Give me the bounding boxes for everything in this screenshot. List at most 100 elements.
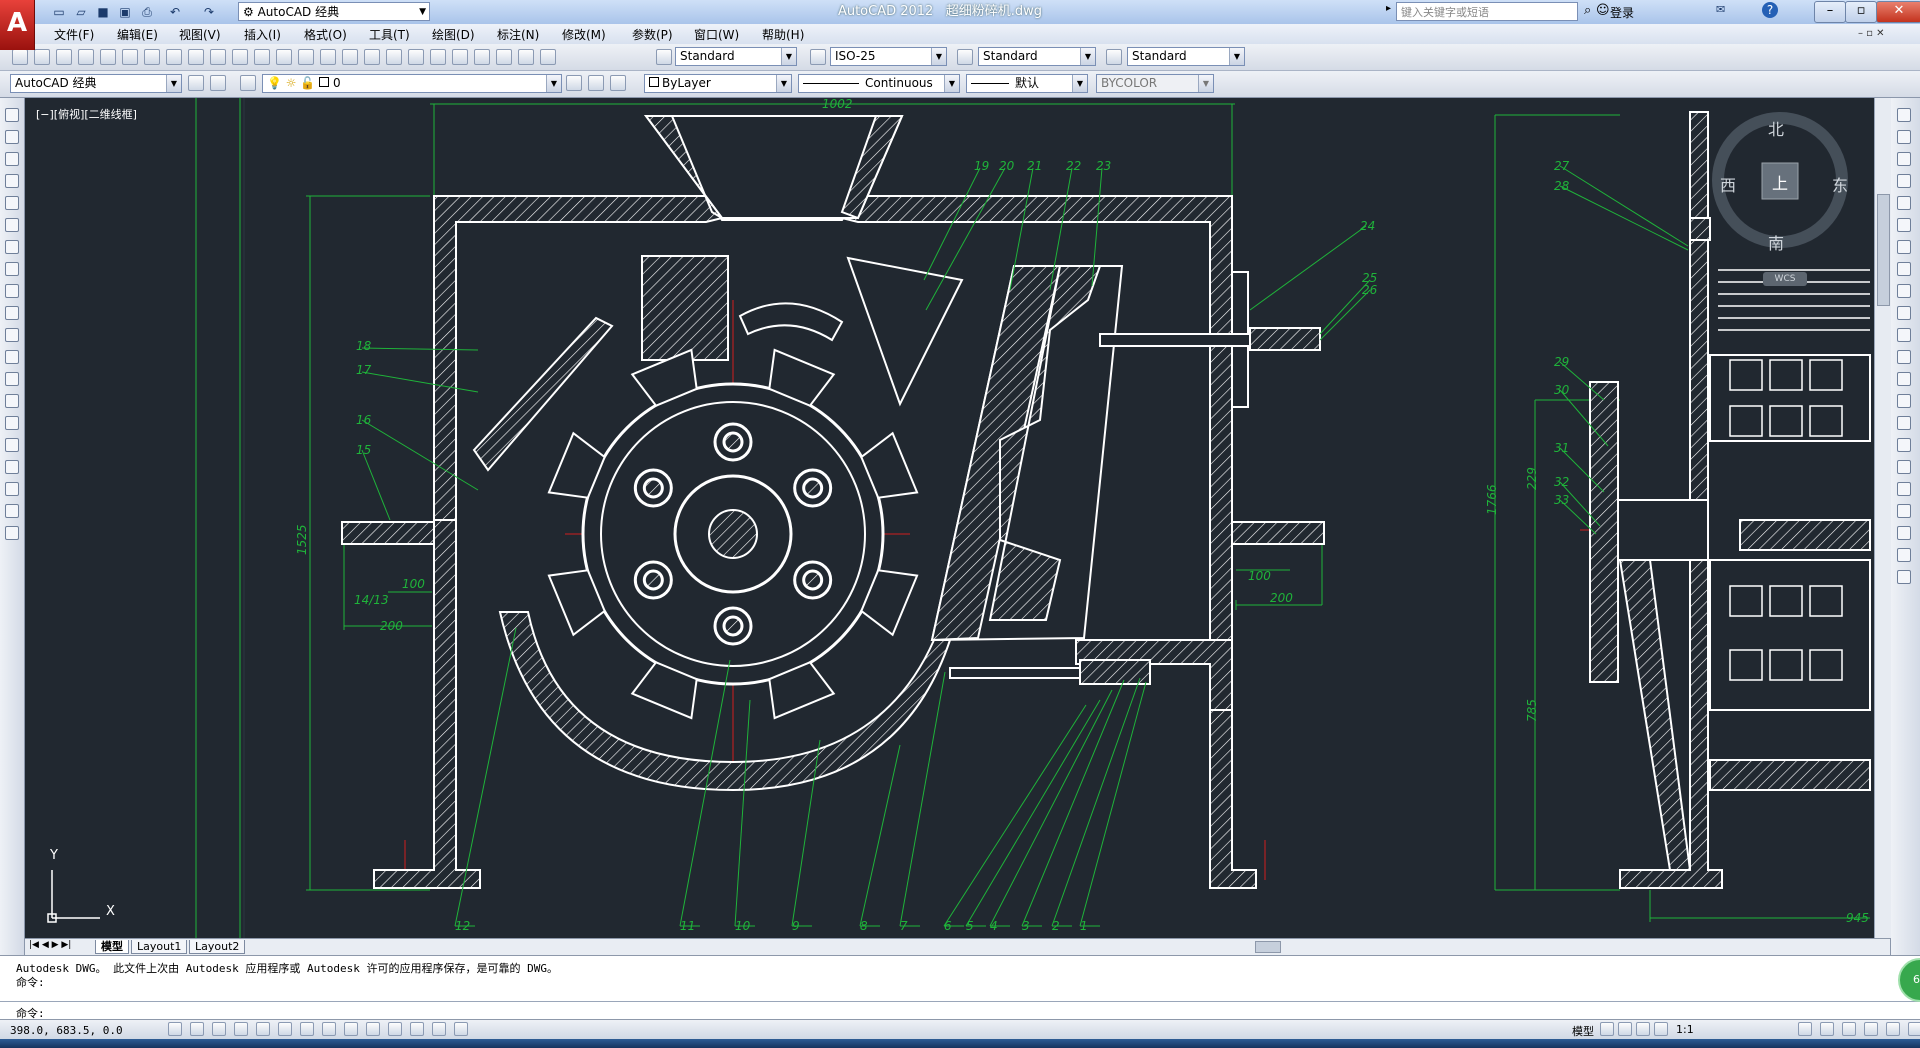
isolate-objects-icon[interactable] [1886,1022,1900,1036]
table-icon[interactable] [5,482,19,496]
ellipse-arc-icon[interactable] [5,328,19,342]
plotstyle-dropdown[interactable]: BYCOLOR ▼ [1096,74,1214,93]
markup-icon[interactable] [496,49,512,65]
array-icon[interactable] [1897,196,1911,210]
dimension-linear-icon[interactable] [1897,482,1911,496]
model-space-button[interactable]: 模型 [1572,1023,1594,1039]
snap-mode-icon[interactable] [190,1022,204,1036]
allow-ucs-icon[interactable] [344,1022,358,1036]
scale-icon[interactable] [1897,262,1911,276]
tool-palettes-icon[interactable] [452,49,468,65]
linetype-dropdown[interactable]: Continuous ▼ [798,74,960,93]
lineweight-dropdown[interactable]: 默认 ▼ [966,74,1088,93]
tab-layout1[interactable]: Layout1 [131,940,188,954]
viewcube-top[interactable]: 上 [1772,170,1788,194]
object-snap-tracking-icon[interactable] [322,1022,336,1036]
workspace-switching-icon[interactable] [1820,1022,1834,1036]
menu-file[interactable]: 文件(F) [54,26,94,43]
polygon-icon[interactable] [5,174,19,188]
undo-icon[interactable] [276,49,292,65]
line-icon[interactable] [5,108,19,122]
application-menu-button[interactable]: A [0,0,35,50]
revision-cloud-icon[interactable] [5,262,19,276]
menu-parametric[interactable]: 参数(P) [632,26,673,43]
construction-line-icon[interactable] [5,130,19,144]
point-icon[interactable] [5,394,19,408]
toolbar-lock-icon[interactable] [1842,1022,1856,1036]
save-icon[interactable]: ■ [94,3,112,21]
ellipse-icon[interactable] [5,306,19,320]
join-icon[interactable] [1897,394,1911,408]
print-icon[interactable]: ⎙ [138,3,156,21]
3d-print-icon[interactable] [144,49,160,65]
login-button[interactable]: 登录 [1610,4,1634,21]
rotate-icon[interactable] [1897,240,1911,254]
customize-icon[interactable] [210,75,226,91]
menu-modify[interactable]: 修改(M) [562,26,606,43]
spline-icon[interactable] [5,284,19,298]
region-icon[interactable] [5,460,19,474]
add-selected-icon[interactable] [5,526,19,540]
zoom-previous-icon[interactable] [386,49,402,65]
object-snap-icon[interactable] [278,1022,292,1036]
explode-icon[interactable] [1897,460,1911,474]
ortho-mode-icon[interactable] [234,1022,248,1036]
redo-icon[interactable]: ↷ [200,3,218,21]
copy-icon[interactable] [188,49,204,65]
help-icon[interactable] [540,49,556,65]
tab-model[interactable]: 模型 [95,940,129,954]
wcs-menu[interactable]: WCS [1763,272,1807,286]
vertical-scrollbar[interactable] [1874,98,1891,938]
mirror-icon[interactable] [1897,152,1911,166]
block-editor-icon[interactable] [254,49,270,65]
menu-window-controls[interactable]: – ▫ ✕ [1858,28,1885,39]
stretch-icon[interactable] [1897,284,1911,298]
infer-constraints-icon[interactable] [168,1022,182,1036]
make-current-layer-icon[interactable] [566,75,582,91]
publish-icon[interactable] [122,49,138,65]
qnew-icon[interactable] [12,49,28,65]
cut-icon[interactable] [166,49,182,65]
save-icon[interactable] [56,49,72,65]
preview-icon[interactable] [100,49,116,65]
circle-icon[interactable] [5,240,19,254]
transparency-icon[interactable] [410,1022,424,1036]
fillet-icon[interactable] [1897,438,1911,452]
zoom-window-icon[interactable] [364,49,380,65]
gradient-icon[interactable] [5,438,19,452]
design-center-icon[interactable] [430,49,446,65]
menu-format[interactable]: 格式(O) [304,26,347,43]
annotation-visibility-icon[interactable] [1798,1022,1812,1036]
multileader-style-dropdown[interactable]: Standard ▼ [1127,47,1245,66]
minimize-button[interactable]: – [1814,1,1846,23]
tab-nav-arrows[interactable]: |◀ ◀ ▶ ▶| [29,940,71,950]
menu-window[interactable]: 窗口(W) [694,26,739,43]
move-icon[interactable] [1897,218,1911,232]
zoom-status-icon[interactable] [1654,1022,1668,1036]
workspace-dropdown[interactable]: ⚙ AutoCAD 经典 ▼ [238,2,430,21]
trim-icon[interactable] [1897,306,1911,320]
rectangle-icon[interactable] [5,196,19,210]
menu-help[interactable]: 帮助(H) [762,26,804,43]
dim-style-icon[interactable] [810,49,826,65]
drawing-svg[interactable]: 12 11 10 9 8 7 6 5 4 3 2 119 20 21 22 23242526181716151… [25,98,1890,938]
zoom-realtime-icon[interactable] [342,49,358,65]
command-input[interactable]: 命令: [0,1001,1920,1020]
polyline-icon[interactable] [5,152,19,166]
chamfer-icon[interactable] [1897,416,1911,430]
exchange-icon[interactable]: ✉ [1716,3,1725,16]
dimension-aligned-icon[interactable] [1897,504,1911,518]
sheet-set-icon[interactable] [474,49,490,65]
binoculars-icon[interactable]: ⌕ [1584,3,1591,18]
layer-properties-icon[interactable] [240,75,256,91]
table-style-dropdown[interactable]: Standard ▼ [978,47,1096,66]
lineweight-display-icon[interactable] [388,1022,402,1036]
user-icon[interactable]: ☺ [1596,3,1610,18]
selection-cycling-icon[interactable] [454,1022,468,1036]
plot-icon[interactable] [78,49,94,65]
quick-properties-icon[interactable] [432,1022,446,1036]
arc-icon[interactable] [5,218,19,232]
multiline-text-icon[interactable] [5,504,19,518]
clean-screen-icon[interactable] [1908,1022,1920,1036]
maximize-button[interactable]: ▫ [1845,1,1877,23]
